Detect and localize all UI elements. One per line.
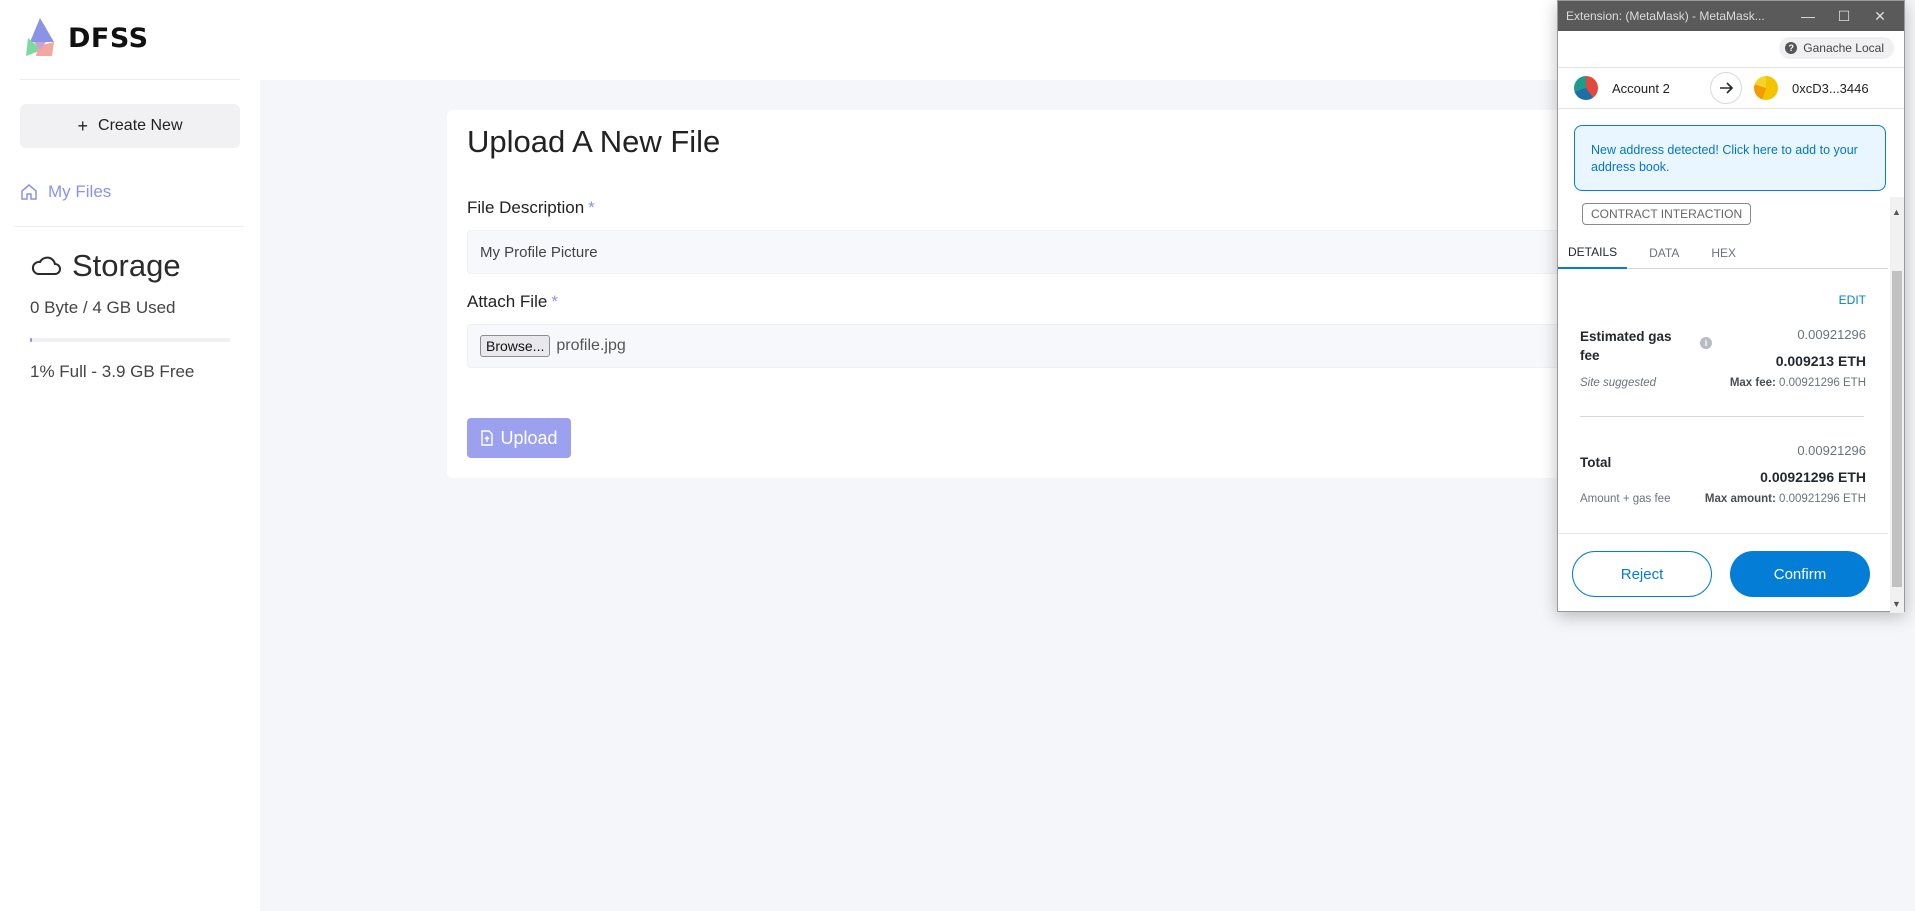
tab-data[interactable]: DATA: [1639, 237, 1689, 269]
total-eth: 0.00921296 ETH: [1760, 469, 1866, 485]
metamask-titlebar: Extension: (MetaMask) - MetaMask... — ☐ …: [1558, 1, 1904, 31]
file-description-label: File Description *: [467, 198, 595, 218]
from-account-name: Account 2: [1612, 80, 1670, 96]
reject-button[interactable]: Reject: [1572, 551, 1712, 597]
max-amount-value: 0.00921296 ETH: [1779, 493, 1866, 505]
metamask-popup: Extension: (MetaMask) - MetaMask... — ☐ …: [1557, 0, 1905, 613]
selected-file-name: profile.jpg: [556, 337, 626, 354]
total-label: Total: [1580, 455, 1612, 470]
recipient-address: 0xcD3...3446: [1792, 80, 1869, 96]
tab-details[interactable]: DETAILS: [1558, 237, 1628, 269]
cloud-icon: [31, 256, 61, 275]
storage-title-text: Storage: [72, 248, 181, 283]
brand-name: DFSS: [68, 22, 149, 54]
metamask-scrollbar[interactable]: ▲ ▼: [1890, 197, 1904, 613]
storage-title: Storage: [30, 248, 181, 284]
file-upload-icon: [481, 430, 494, 446]
attach-file-label-text: Attach File: [467, 292, 548, 311]
required-mark: *: [551, 292, 558, 311]
max-fee-label: Max fee:: [1729, 377, 1776, 389]
create-new-label: Create New: [98, 117, 183, 134]
sidebar-divider: [14, 226, 244, 227]
question-icon: ?: [1785, 42, 1798, 54]
details-divider: [1580, 416, 1864, 417]
confirm-button[interactable]: Confirm: [1730, 551, 1870, 597]
plus-icon: +: [77, 116, 89, 136]
network-name: Ganache Local: [1803, 41, 1884, 55]
home-icon: [21, 184, 37, 200]
arrow-right-icon: [1710, 72, 1742, 104]
total-value: 0.00921296: [1797, 443, 1866, 458]
brand[interactable]: DFSS: [20, 14, 149, 62]
sidebar: DFSS + Create New My Files Storage 0 Byt…: [0, 0, 260, 911]
close-icon[interactable]: ✕: [1862, 8, 1898, 25]
gas-fee-value: 0.00921296: [1797, 327, 1866, 342]
logo-icon: [26, 18, 54, 56]
file-description-value: My Profile Picture: [480, 243, 598, 261]
contract-interaction-badge: CONTRACT INTERACTION: [1582, 203, 1752, 225]
sidebar-item-my-files[interactable]: My Files: [20, 180, 111, 204]
browse-button[interactable]: Browse...: [480, 335, 551, 357]
max-fee: Max fee: 0.00921296 ETH: [1730, 377, 1866, 389]
metamask-window-title: Extension: (MetaMask) - MetaMask...: [1566, 9, 1765, 23]
network-indicator[interactable]: ? Ganache Local: [1779, 37, 1894, 59]
minimize-icon[interactable]: —: [1790, 8, 1826, 24]
file-description-input[interactable]: My Profile Picture: [467, 230, 1647, 274]
attach-file-label: Attach File *: [467, 292, 558, 312]
scroll-down-icon[interactable]: ▼: [1892, 599, 1901, 609]
upload-button[interactable]: Upload: [467, 418, 571, 458]
scroll-thumb[interactable]: [1892, 271, 1902, 587]
storage-free: 1% Full - 3.9 GB Free: [30, 362, 195, 381]
new-address-notice[interactable]: New address detected! Click here to add …: [1574, 125, 1886, 191]
max-amount: Max amount: 0.00921296 ETH: [1705, 493, 1866, 505]
recipient-avatar-icon: [1754, 76, 1778, 100]
max-fee-value: 0.00921296 ETH: [1779, 377, 1866, 389]
window-controls: — ☐ ✕: [1790, 1, 1898, 31]
storage-progress-bar: [30, 338, 230, 342]
storage-used: 0 Byte / 4 GB Used: [30, 298, 176, 317]
scroll-up-icon[interactable]: ▲: [1892, 207, 1901, 217]
create-new-button[interactable]: + Create New: [20, 104, 240, 148]
metamask-footer: Reject Confirm: [1558, 533, 1888, 613]
file-description-label-text: File Description: [467, 198, 585, 217]
upload-button-label: Upload: [500, 427, 558, 448]
info-icon[interactable]: i: [1700, 337, 1712, 349]
attach-file-input[interactable]: Browse... profile.jpg: [467, 324, 1647, 368]
edit-gas-link[interactable]: EDIT: [1839, 293, 1866, 307]
total-note: Amount + gas fee: [1580, 493, 1671, 505]
sidebar-item-label: My Files: [48, 182, 112, 201]
account-transfer-row: Account 2 0xcD3...3446: [1558, 67, 1904, 109]
gas-fee-eth: 0.009213 ETH: [1775, 353, 1866, 369]
max-amount-label: Max amount:: [1704, 493, 1776, 505]
storage-progress-fill: [30, 338, 32, 342]
transaction-tabs: DETAILS DATA HEX: [1558, 237, 1888, 269]
sidebar-divider: [20, 79, 240, 80]
required-mark: *: [588, 198, 595, 217]
to-account[interactable]: 0xcD3...3446: [1754, 76, 1869, 100]
page-title: Upload A New File: [467, 124, 721, 159]
from-account[interactable]: Account 2: [1558, 76, 1708, 100]
upload-card: Upload A New File File Description * My P…: [447, 110, 1647, 478]
page-scrollbar[interactable]: [1905, 0, 1915, 911]
account-avatar-icon: [1574, 76, 1598, 100]
gas-fee-note: Site suggested: [1580, 377, 1657, 389]
gas-fee-label: Estimated gas fee: [1580, 329, 1672, 363]
transaction-details: EDIT Estimated gas fee i 0.00921296 0.00…: [1558, 269, 1888, 531]
tab-hex[interactable]: HEX: [1701, 237, 1746, 269]
maximize-icon[interactable]: ☐: [1826, 8, 1862, 25]
